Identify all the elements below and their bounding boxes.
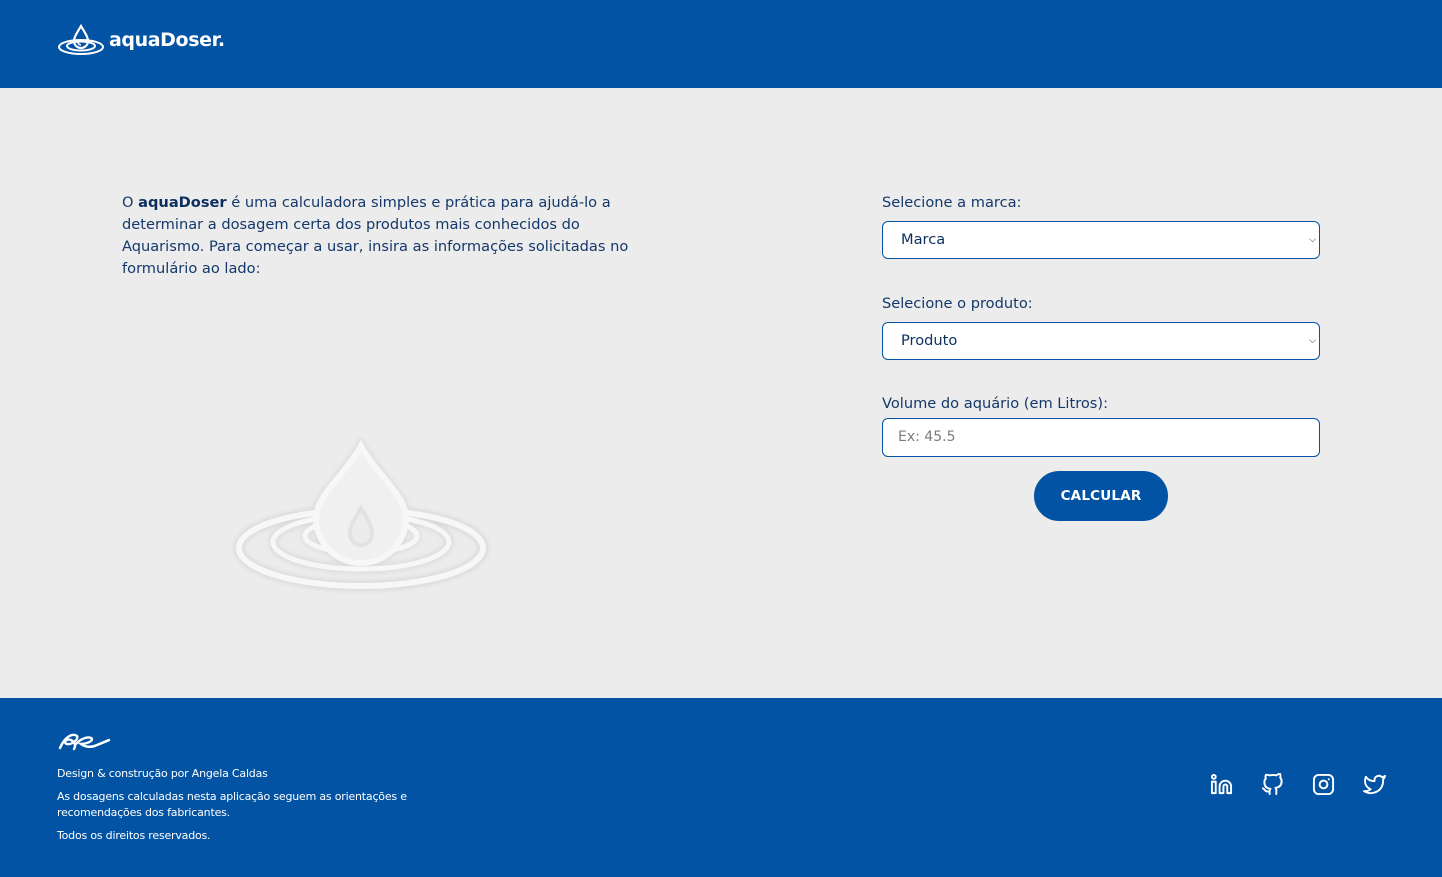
twitter-icon[interactable] [1363,773,1386,796]
volume-input-placeholder: Ex: 45.5 [898,429,956,445]
footer-rights: Todos os direitos reservados. [57,829,211,842]
brand-name: aquaDoser. [109,29,225,51]
footer-disclaimer: As dosagens calculadas nesta aplicação s… [57,790,407,819]
volume-input-label: Volume do aquário (em Litros): [882,395,1109,412]
product-select-label: Selecione o produto: [882,295,1033,312]
app-header: aquaDoser. [0,0,1442,88]
social-links [1210,773,1386,796]
footer-text: Design & construção por Angela Caldas As… [57,766,427,844]
app-footer: Design & construção por Angela Caldas As… [0,698,1442,877]
intro-text: O aquaDoser é uma calculadora simples e … [122,192,637,280]
brand-logo[interactable]: aquaDoser. [57,24,225,56]
product-select[interactable]: Produto ⌵ [882,322,1320,360]
product-select-value: Produto [901,332,958,349]
water-drop-illustration-icon [234,438,488,591]
main-content: O aquaDoser é uma calculadora simples e … [0,88,1442,698]
brand-select-value: Marca [901,231,946,248]
intro-prefix: O [122,194,139,211]
signature-logo-icon [58,733,111,751]
instagram-icon[interactable] [1312,773,1335,796]
brand-select[interactable]: Marca ⌵ [882,221,1320,259]
chevron-down-icon: ⌵ [1309,235,1316,245]
volume-input[interactable]: Ex: 45.5 [882,418,1320,457]
chevron-down-icon: ⌵ [1309,336,1316,346]
github-icon[interactable] [1261,773,1284,796]
intro-brand: aquaDoser [138,194,227,211]
calculate-button[interactable]: CALCULAR [1034,471,1168,521]
volume-field-group: Volume do aquário (em Litros): Ex: 45.5 [882,393,1320,457]
dosage-form: Selecione a marca: Marca ⌵ Selecione o p… [882,192,1320,521]
water-drop-logo-icon [58,24,104,55]
product-field-group: Selecione o produto: Produto ⌵ [882,293,1320,360]
footer-credit: Design & construção por Angela Caldas [57,767,268,780]
brand-select-label: Selecione a marca: [882,194,1022,211]
linkedin-icon[interactable] [1210,773,1233,796]
